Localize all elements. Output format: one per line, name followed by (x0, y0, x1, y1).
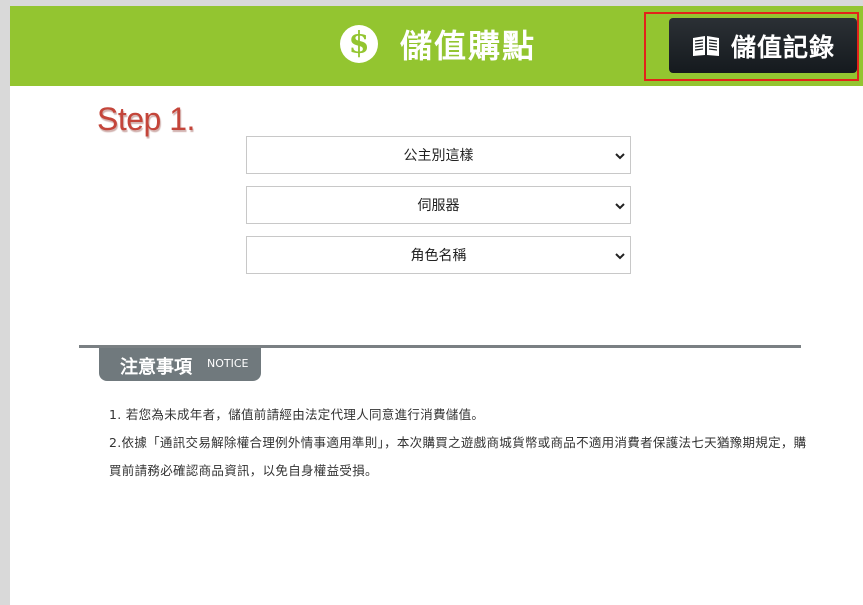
dollar-logo-icon: $ (340, 25, 378, 63)
notice-tab: 注意事項 NOTICE (99, 348, 261, 381)
topup-record-label: 儲值記錄 (730, 32, 835, 62)
notice-item: 2.依據「通訊交易解除權合理例外情事適用準則」，本次購買之遊戲商城貨幣或商品不適… (109, 435, 807, 478)
step-heading: Step 1. (97, 101, 195, 137)
notice-title-en: NOTICE (207, 357, 249, 370)
chevron-down-icon (615, 203, 625, 210)
book-icon (692, 35, 719, 56)
notice-title: 注意事項 (120, 357, 192, 378)
page: $ 儲值購點 儲值記錄 Step 1. 公主別這樣 伺服器 角色名稱 注意事項 … (10, 6, 863, 605)
notice-item: 1. 若您為未成年者，儲值前請經由法定代理人同意進行消費儲值。 (109, 407, 485, 422)
header-title-group: $ 儲值購點 (340, 20, 536, 68)
page-title: 儲值購點 (400, 27, 537, 65)
character-select[interactable]: 角色名稱 (246, 236, 631, 274)
server-select[interactable]: 伺服器 (246, 186, 631, 224)
server-select-value: 伺服器 (417, 198, 460, 214)
topup-record-button[interactable]: 儲值記錄 (669, 18, 857, 73)
chevron-down-icon (615, 253, 625, 260)
chevron-down-icon (615, 153, 625, 160)
game-select[interactable]: 公主別這樣 (246, 136, 631, 174)
game-select-value: 公主別這樣 (403, 148, 474, 164)
character-select-value: 角色名稱 (410, 248, 467, 264)
header-bar: $ 儲值購點 儲值記錄 (10, 6, 863, 86)
notice-list: 1. 若您為未成年者，儲值前請經由法定代理人同意進行消費儲值。 2.依據「通訊交… (109, 401, 809, 485)
